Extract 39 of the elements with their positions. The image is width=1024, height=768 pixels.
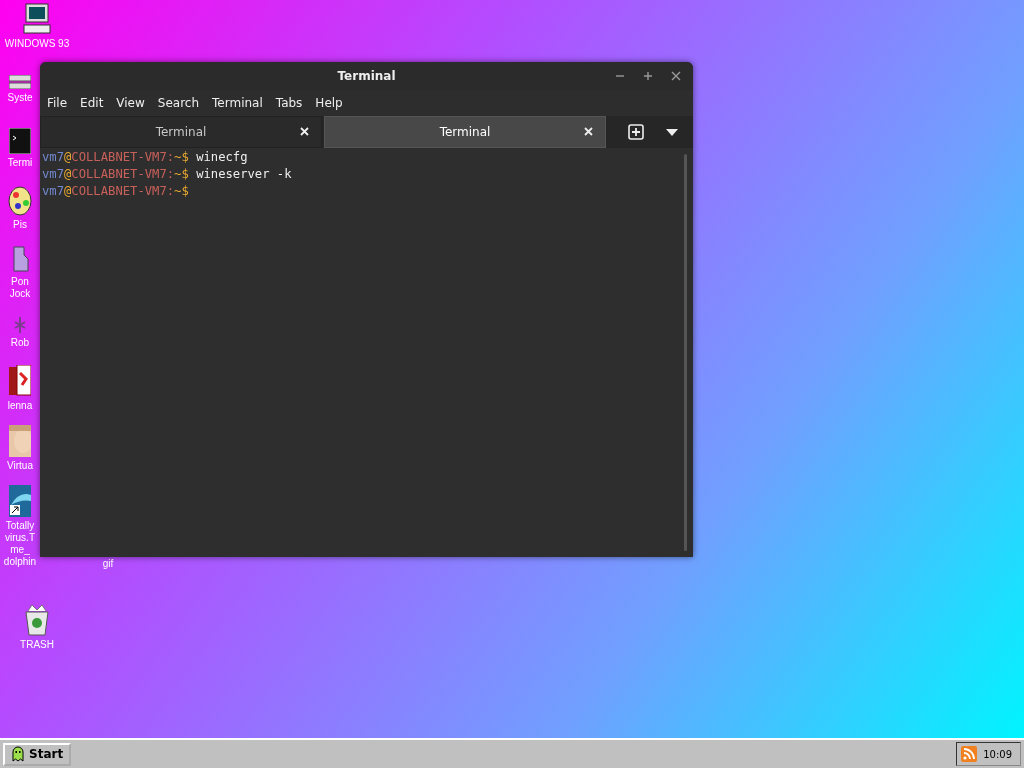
icon-label[interactable]: Rob (10, 337, 30, 349)
trash-icon[interactable] (23, 604, 51, 636)
window-title: Terminal (337, 69, 396, 83)
menu-item[interactable]: Tabs (275, 96, 303, 110)
clock: 10:09 (983, 748, 1012, 760)
menu-item[interactable]: Terminal (212, 96, 263, 110)
book-icon[interactable] (9, 365, 31, 397)
menu-item[interactable]: Search (157, 96, 200, 110)
terminal-icon[interactable] (9, 128, 31, 154)
palette-icon[interactable] (8, 186, 32, 216)
computer-icon[interactable] (23, 3, 51, 35)
tab[interactable]: Terminal (40, 116, 322, 148)
terminal-line: vm7@COLLABNET-VM7:~$ wineserver -k (42, 166, 293, 183)
terminal-line: vm7@COLLABNET-VM7:~$ winecfg (42, 149, 249, 166)
scrollbar[interactable] (684, 154, 687, 551)
menu-item[interactable]: File (47, 96, 68, 110)
start-button[interactable]: Start (3, 742, 72, 766)
menu-item[interactable]: Edit (80, 96, 104, 110)
menu-item[interactable]: Help (315, 96, 343, 110)
terminal-line: vm7@COLLABNET-VM7:~$ (42, 183, 190, 200)
dolphin-icon[interactable] (9, 485, 31, 517)
icon-label[interactable]: Pon Jock (9, 276, 31, 300)
icon-label[interactable]: lenna (7, 400, 33, 412)
menu-item[interactable]: View (116, 96, 145, 110)
ghost-icon (11, 746, 25, 762)
icon-label[interactable]: Termi (7, 157, 33, 169)
drive-icon[interactable] (9, 75, 31, 89)
icon-label[interactable]: TRASH (20, 639, 54, 651)
close-icon[interactable] (671, 71, 681, 81)
dropdown-icon[interactable] (666, 128, 678, 136)
rss-icon[interactable] (961, 746, 978, 762)
icon-label[interactable]: gif (102, 558, 114, 570)
icon-label[interactable]: Virtua (7, 460, 33, 472)
icon-label[interactable]: Pis (13, 219, 27, 231)
tab[interactable]: Terminal (324, 116, 606, 148)
terminal-area[interactable]: vm7@COLLABNET-VM7:~$ winecfg vm7@COLLABNET-VM7:~$ wineserver -k vm7@COLLABNET-VM7:~$ (40, 148, 693, 557)
icon-label[interactable]: Totally virus.T me_ dolphin (3, 520, 37, 568)
maximize-icon[interactable] (643, 71, 653, 81)
new-tab-icon[interactable] (628, 124, 644, 140)
